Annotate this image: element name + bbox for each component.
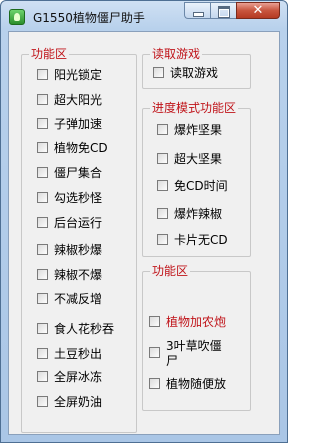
checkbox-label: 僵尸集合 — [54, 166, 103, 180]
title-bar[interactable]: G1550植物僵尸助手 ✕ — [1, 1, 287, 31]
left-function-group: 功能区 阳光锁定 超大阳光 子弹加速 植物免CD 僵尸集合 勾选秒怪 后台运行 … — [21, 46, 137, 433]
checkbox-box[interactable] — [157, 153, 168, 164]
checkbox-label: 勾选秒怪 — [54, 191, 103, 205]
maximize-button[interactable] — [210, 2, 236, 19]
checkbox-label: 子弹加速 — [54, 117, 103, 131]
checkbox-box[interactable] — [37, 323, 48, 334]
checkbox-label: 食人花秒吞 — [54, 322, 115, 336]
function-group: 功能区 植物加农炮 3叶草吹僵 尸 植物随便放 — [142, 263, 251, 411]
checkbox-box[interactable] — [149, 347, 160, 358]
checkbox-label: 后台运行 — [54, 216, 103, 230]
checkbox-label-line2: 尸 — [166, 354, 179, 368]
read-game-legend: 读取游戏 — [150, 46, 203, 62]
checkbox-label: 超大阳光 — [54, 93, 103, 107]
checkbox-label: 植物随便放 — [166, 377, 227, 391]
checkbox-box[interactable] — [157, 124, 168, 135]
checkbox-label: 爆炸坚果 — [174, 123, 223, 137]
checkbox-box[interactable] — [37, 244, 48, 255]
checkbox-box[interactable] — [149, 378, 160, 389]
checkbox-label: 全屏奶油 — [54, 395, 103, 409]
checkbox-box[interactable] — [37, 269, 48, 280]
checkbox-box[interactable] — [37, 94, 48, 105]
checkbox-label: 超大坚果 — [174, 152, 223, 166]
checkbox-box[interactable] — [153, 67, 164, 78]
checkbox-label: 辣椒秒爆 — [54, 243, 103, 257]
checkbox-box[interactable] — [37, 167, 48, 178]
window-title: G1550植物僵尸助手 — [33, 11, 145, 25]
maximize-icon — [218, 6, 230, 18]
checkbox-label: 植物免CD — [54, 141, 108, 155]
checkbox-box[interactable] — [149, 316, 160, 327]
checkbox-label: 读取游戏 — [170, 66, 219, 80]
checkbox-box[interactable] — [37, 293, 48, 304]
progress-mode-group: 进度模式功能区 爆炸坚果 超大坚果 免CD时间 爆炸辣椒 卡片无CD — [142, 100, 251, 257]
checkbox-box[interactable] — [37, 348, 48, 359]
checkbox-box[interactable] — [37, 118, 48, 129]
checkbox-label: 辣椒不爆 — [54, 268, 103, 282]
checkbox-box[interactable] — [157, 234, 168, 245]
close-icon: ✕ — [252, 3, 264, 18]
checkbox-label: 爆炸辣椒 — [174, 207, 223, 221]
checkbox-box[interactable] — [157, 208, 168, 219]
checkbox-box[interactable] — [157, 180, 168, 191]
app-icon — [9, 9, 25, 25]
dialog-client-area: 功能区 阳光锁定 超大阳光 子弹加速 植物免CD 僵尸集合 勾选秒怪 后台运行 … — [8, 31, 280, 435]
minimize-icon — [193, 12, 204, 17]
checkbox-box[interactable] — [37, 192, 48, 203]
checkbox-label: 植物加农炮 — [166, 315, 227, 329]
minimize-button[interactable] — [184, 2, 210, 19]
checkbox-label: 全屏冰冻 — [54, 370, 103, 384]
checkbox-box[interactable] — [37, 396, 48, 407]
read-game-group: 读取游戏 读取游戏 — [142, 46, 251, 89]
checkbox-box[interactable] — [37, 371, 48, 382]
checkbox-label: 免CD时间 — [174, 179, 228, 193]
left-group-legend: 功能区 — [29, 46, 70, 62]
progress-mode-legend: 进度模式功能区 — [150, 100, 239, 116]
checkbox-box[interactable] — [37, 142, 48, 153]
app-window: G1550植物僵尸助手 ✕ 功能区 阳光锁定 超大阳光 子弹加速 植物免CD 僵… — [0, 0, 288, 443]
checkbox-box[interactable] — [37, 217, 48, 228]
close-button[interactable]: ✕ — [236, 2, 280, 19]
checkbox-label: 不减反增 — [54, 292, 103, 306]
checkbox-box[interactable] — [37, 69, 48, 80]
checkbox-label: 阳光锁定 — [54, 68, 103, 82]
function-group-legend: 功能区 — [150, 263, 191, 279]
checkbox-label-line1: 3叶草吹僵 — [166, 339, 222, 353]
checkbox-label: 土豆秒出 — [54, 347, 103, 361]
checkbox-label: 卡片无CD — [174, 233, 228, 247]
